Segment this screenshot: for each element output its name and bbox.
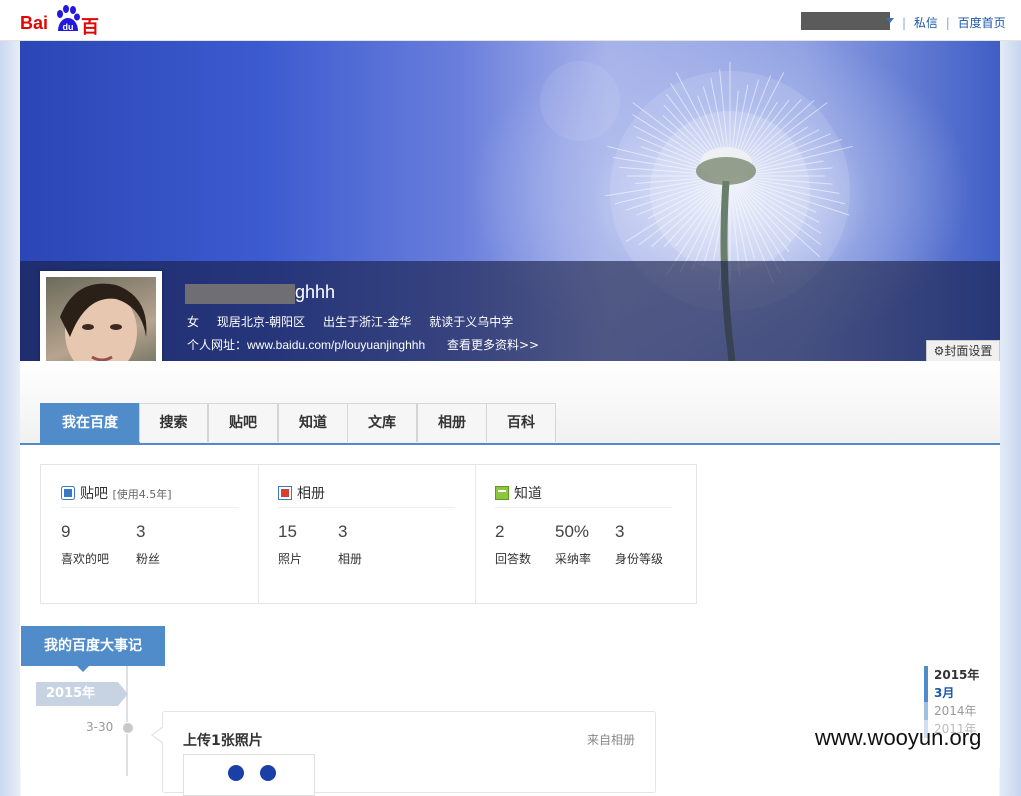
- stat-value[interactable]: 9: [61, 522, 70, 542]
- stat-header[interactable]: 相册: [278, 483, 455, 508]
- stat-label: 喜欢的吧: [61, 552, 110, 566]
- tab-wenku[interactable]: 文库: [347, 403, 417, 442]
- gear-icon: ⚙: [933, 344, 945, 358]
- tab-bar: 我在百度 搜索 贴吧 知道 文库 相册 百科: [20, 361, 1000, 445]
- stat-value[interactable]: 50%: [555, 522, 589, 542]
- chevron-down-icon[interactable]: [886, 18, 894, 23]
- stat-value[interactable]: 3: [615, 522, 624, 542]
- timeline-entry-card: 上传1张照片 来自相册: [151, 711, 656, 796]
- stat-zhidao: 知道 2 回答数 50% 采纳率 3 身份等级: [475, 465, 696, 603]
- username-redacted: [185, 284, 295, 304]
- birthplace: 出生于浙江-金华: [323, 315, 412, 329]
- stat-value[interactable]: 2: [495, 522, 504, 542]
- month-nav-item[interactable]: 3月: [924, 684, 1004, 702]
- stat-label: 采纳率: [555, 552, 592, 566]
- stat-label: 粉丝: [136, 552, 161, 566]
- cover-settings-label: 封面设置: [944, 344, 993, 358]
- timeline-entry-source[interactable]: 来自相册: [587, 731, 635, 748]
- stat-header[interactable]: 知道: [495, 483, 672, 508]
- top-bar: Bai du 百度 | 私信 | 百度首页: [0, 0, 1021, 64]
- tieba-icon: [61, 486, 75, 500]
- tab-zhidao[interactable]: 知道: [278, 403, 348, 442]
- album-icon: [278, 486, 292, 500]
- gender: 女: [187, 315, 200, 329]
- stat-value[interactable]: 3: [136, 522, 145, 542]
- tab-album[interactable]: 相册: [417, 403, 487, 442]
- timeline-year-label: 2015年: [36, 682, 128, 706]
- logo-paw-text: du: [63, 22, 74, 32]
- stat-value[interactable]: 3: [338, 522, 347, 542]
- baidu-home-link[interactable]: 百度首页: [958, 16, 1006, 30]
- timeline-title: 我的百度大事记: [21, 626, 165, 672]
- stat-tieba: 贴吧 [使用4.5年] 9 喜欢的吧 3 粉丝: [41, 465, 259, 603]
- profile-basic-info: 女 现居北京-朝阳区 出生于浙江-金华 就读于义乌中学: [187, 313, 527, 330]
- stats-panel: 贴吧 [使用4.5年] 9 喜欢的吧 3 粉丝 相册 15 照片 3 相册 知道…: [40, 464, 697, 604]
- year-nav-item[interactable]: 2015年: [924, 666, 1004, 684]
- user-menu[interactable]: [801, 12, 890, 30]
- tab-baike[interactable]: 百科: [486, 403, 556, 442]
- tab-me-in-baidu[interactable]: 我在百度: [40, 403, 140, 443]
- tab-tieba[interactable]: 贴吧: [208, 403, 278, 442]
- stat-header[interactable]: 贴吧 [使用4.5年]: [61, 483, 238, 508]
- stat-label: 身份等级: [615, 552, 664, 566]
- profile-page: ghhh 女 现居北京-朝阳区 出生于浙江-金华 就读于义乌中学 个人网址：ww…: [20, 41, 1000, 796]
- timeline-entry-date: 3-30: [86, 720, 114, 734]
- school: 就读于义乌中学: [429, 315, 514, 329]
- stat-value[interactable]: 15: [278, 522, 297, 542]
- tab-search[interactable]: 搜索: [139, 403, 208, 442]
- photo-thumbnail[interactable]: [183, 754, 315, 796]
- url-label: 个人网址：: [187, 338, 248, 352]
- residence: 现居北京-朝阳区: [216, 315, 306, 329]
- personal-url-link[interactable]: www.baidu.com/p/louyuanjinghhh: [247, 338, 425, 352]
- timeline-entry-title: 上传1张照片: [183, 733, 263, 749]
- top-links: | 私信 | 百度首页: [902, 16, 1006, 30]
- username: ghhh: [295, 282, 336, 302]
- stat-label: 回答数: [495, 552, 532, 566]
- more-info-link[interactable]: 查看更多资料>>: [447, 338, 539, 352]
- zhidao-icon: [495, 486, 509, 500]
- timeline-dot: [122, 722, 134, 734]
- watermark: www.wooyun.org: [815, 725, 982, 750]
- paw-icon: du: [57, 5, 80, 32]
- stat-album: 相册 15 照片 3 相册: [258, 465, 476, 603]
- messages-link[interactable]: 私信: [914, 16, 938, 30]
- stat-label: 相册: [338, 552, 363, 566]
- profile-url-row: 个人网址：www.baidu.com/p/louyuanjinghhh 查看更多…: [187, 336, 539, 353]
- logo-text-latin: Bai: [20, 13, 49, 33]
- year-nav-item[interactable]: 2014年: [924, 702, 1004, 720]
- stat-label: 照片: [278, 552, 303, 566]
- cover-settings-button[interactable]: ⚙封面设置: [926, 340, 1000, 362]
